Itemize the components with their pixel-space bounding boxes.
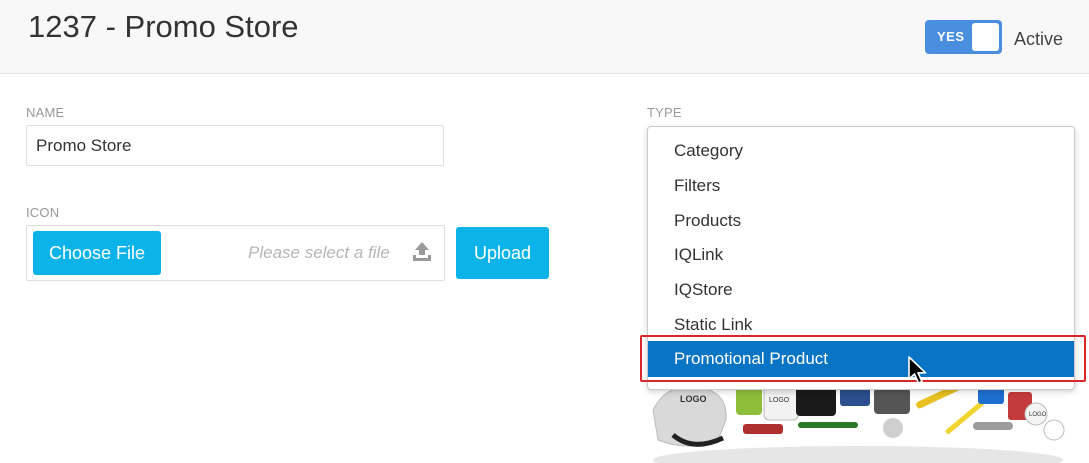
svg-text:LOGO: LOGO [769, 397, 790, 404]
type-option-products[interactable]: Products [648, 203, 1074, 238]
promo-products-image: LOGO LOGO LOGO [648, 380, 1068, 463]
svg-text:LOGO: LOGO [1029, 412, 1047, 418]
active-toggle[interactable]: YES [925, 20, 1002, 54]
selection-highlight-frame [640, 335, 1086, 382]
type-option-filters[interactable]: Filters [648, 168, 1074, 203]
file-picker: Choose File Please select a file [26, 225, 445, 281]
type-option-category[interactable]: Category [648, 133, 1074, 168]
type-option-iqlink[interactable]: IQLink [648, 237, 1074, 272]
upload-button[interactable]: Upload [456, 227, 549, 279]
type-option-iqstore[interactable]: IQStore [648, 272, 1074, 307]
type-label: TYPE [647, 105, 682, 120]
name-input[interactable] [26, 125, 444, 166]
page-title: 1237 - Promo Store [28, 9, 299, 44]
mouse-pointer-icon [908, 356, 927, 384]
toggle-label: YES [937, 29, 965, 44]
name-label: NAME [26, 105, 65, 120]
toggle-knob[interactable] [972, 23, 999, 51]
active-status-label: Active [1014, 29, 1064, 49]
icon-label: ICON [26, 205, 60, 220]
choose-file-button[interactable]: Choose File [33, 231, 161, 275]
file-placeholder: Please select a file [248, 243, 390, 262]
upload-icon[interactable] [411, 241, 433, 263]
page-header: 1237 - Promo Store YES Active [0, 0, 1089, 74]
svg-text:LOGO: LOGO [680, 394, 707, 404]
